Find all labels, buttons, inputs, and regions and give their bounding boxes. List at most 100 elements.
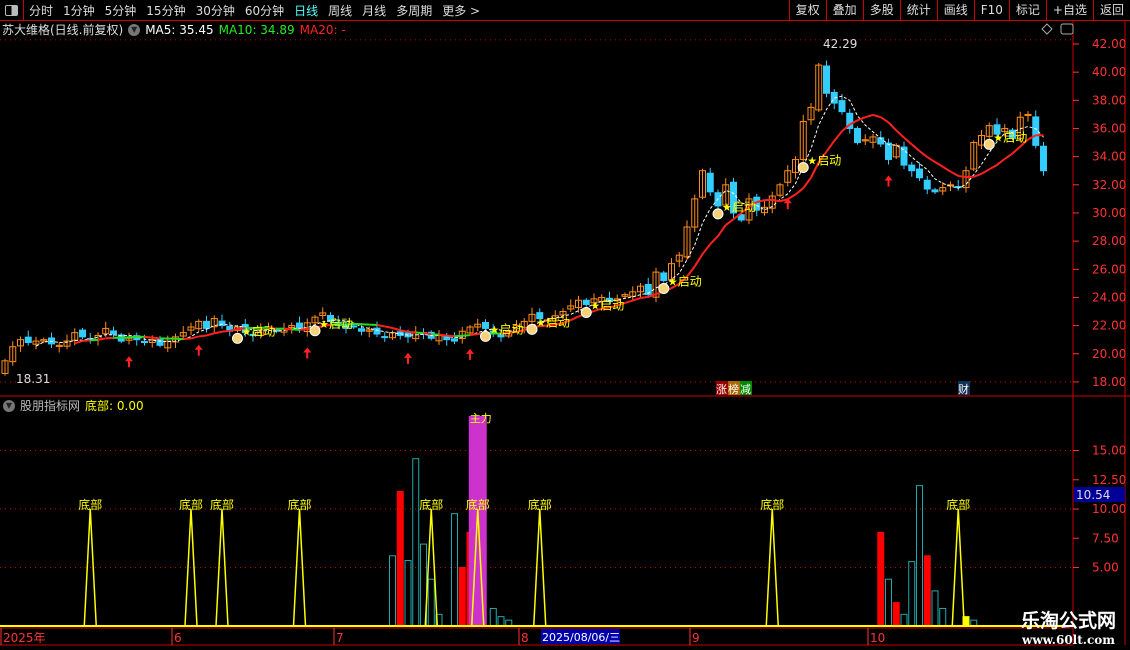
candle-body: [1040, 145, 1047, 172]
ma20-line: [376, 324, 385, 328]
ma20-line: [903, 136, 913, 146]
ma20-line: [82, 339, 91, 342]
bottom-signal-label: 底部: [760, 497, 784, 512]
up-arrow-icon: [466, 348, 474, 360]
candle-body: [451, 338, 458, 342]
ma20-line: [423, 332, 432, 336]
low-price-label: 18.31: [16, 372, 50, 386]
ma20-line: [128, 335, 137, 339]
ma20-line: [299, 327, 308, 331]
price-tick-label: 18.00: [1092, 375, 1126, 389]
bottom-signal-label: 底部: [210, 497, 234, 512]
qidong-label: 启动: [678, 275, 702, 289]
bottom-signal-label: 底部: [946, 497, 970, 512]
candle-body: [706, 172, 714, 193]
ma20-line: [833, 130, 843, 142]
price-tick-label: 28.00: [1092, 234, 1126, 248]
candle-body: [582, 299, 590, 305]
ma20-line: [144, 335, 153, 339]
ma20-line: [880, 116, 890, 124]
bottom-signal-spike: [951, 508, 965, 627]
ma20-line: [97, 337, 106, 341]
qidong-label: 启动: [500, 322, 524, 336]
ma20-line: [183, 337, 192, 341]
price-tick-label: 38.00: [1092, 93, 1126, 107]
candle-body: [931, 189, 939, 193]
watermark-name: 乐淘公式网: [1020, 610, 1116, 632]
ma20-line: [926, 156, 936, 163]
up-arrow-icon: [194, 344, 203, 356]
ma20-line: [221, 329, 230, 333]
price-tick-label: 26.00: [1092, 262, 1126, 276]
bottom-signal-label: 底部: [179, 497, 203, 512]
indicator-bar: [877, 531, 885, 627]
up-arrow-icon: [303, 347, 312, 359]
ma20-line: [950, 170, 959, 177]
qidong-label: 启动: [1003, 130, 1027, 144]
date-label: 6: [174, 631, 182, 645]
ma20-line: [570, 315, 579, 322]
ma20-line: [640, 295, 649, 299]
ma20-line: [934, 161, 944, 168]
ma20-line: [701, 243, 712, 255]
tag-text: 涨: [716, 383, 727, 396]
ma20-line: [462, 334, 471, 337]
indicator-tick-label: 15.00: [1092, 444, 1126, 458]
price-tick-label: 32.00: [1092, 178, 1126, 192]
candle-body: [381, 336, 389, 339]
indicator-tick-label: 10.00: [1092, 502, 1126, 516]
high-price-label: 42.29: [823, 37, 857, 51]
diamond-icon[interactable]: [1041, 23, 1053, 35]
ma20-line: [407, 330, 416, 334]
qidong-label: 启动: [329, 317, 353, 331]
ma20-line: [825, 140, 836, 153]
kline-chart[interactable]: 18.00 20.00 22.00 24.00 26.00 28.00 30.00 32.00…: [0, 0, 1130, 650]
cursor-date-label: 2025/08/06/三: [542, 631, 620, 644]
bottom-signal-label: 底部: [419, 497, 443, 512]
candle-body: [660, 272, 668, 282]
price-tick-label: 36.00: [1092, 121, 1126, 135]
ma20-line: [415, 331, 424, 335]
star-icon: ★: [490, 323, 500, 336]
ma20-line: [772, 198, 781, 203]
ma20-line: [895, 129, 905, 139]
candle-body: [923, 179, 931, 190]
candle-body: [482, 322, 489, 329]
indicator-bar: [885, 578, 892, 627]
star-icon: ★: [668, 276, 678, 289]
star-icon: ★: [590, 299, 600, 312]
panel-toggle-icon[interactable]: [1060, 23, 1074, 35]
ma20-line: [105, 336, 114, 340]
ma20-line: [996, 158, 1006, 166]
ma20-line: [624, 299, 634, 304]
ma20-line: [446, 334, 455, 338]
indicator-bar: [908, 561, 916, 627]
bottom-signal-label: 底部: [78, 497, 102, 512]
candle-body: [1032, 116, 1040, 146]
candle-body: [885, 142, 892, 160]
indicator-bar: [939, 607, 947, 627]
ma20-line: [802, 177, 812, 189]
main-force-label: 主力: [470, 412, 492, 425]
indicator-bar: [931, 590, 939, 627]
bottom-signal-label: 底部: [288, 497, 312, 512]
ma20-line: [980, 168, 990, 175]
price-tick-label: 42.00: [1092, 37, 1126, 51]
price-tick-label: 24.00: [1092, 290, 1126, 304]
date-label: 8: [521, 631, 529, 645]
indicator-bar: [396, 490, 404, 627]
price-tick-label: 34.00: [1092, 150, 1126, 164]
star-icon: ★: [722, 201, 732, 214]
current-value-label: 10.54: [1076, 488, 1110, 502]
date-label: 7: [336, 631, 344, 645]
star-icon: ★: [993, 131, 1003, 144]
indicator-tick-label: 7.50: [1092, 531, 1119, 545]
ma20-line: [693, 253, 704, 267]
ma20-line: [787, 193, 797, 201]
qidong-label: 启动: [600, 298, 624, 312]
ma20-line: [74, 339, 83, 345]
ma20-line: [958, 174, 967, 179]
date-label: 10: [870, 631, 885, 645]
indicator-bar: [497, 616, 505, 627]
ma20-line: [283, 327, 292, 331]
